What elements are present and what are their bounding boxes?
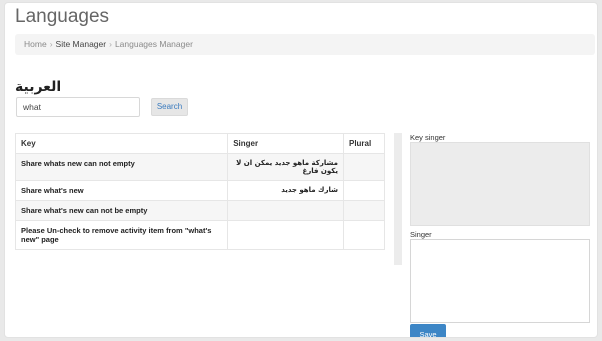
table-scrollbar[interactable] [394, 133, 402, 265]
page-title: Languages [15, 6, 110, 27]
save-button[interactable]: Save [410, 324, 446, 337]
table-row[interactable]: Please Un-check to remove activity item … [14, 220, 386, 250]
breadcrumb-separator-icon: › [49, 39, 53, 49]
cell-key[interactable]: Please Un-check to remove activity item … [14, 220, 229, 250]
singer-textarea[interactable] [410, 239, 590, 323]
cell-key[interactable]: Share what's new can not be empty [14, 200, 229, 221]
cell-singer[interactable]: مشاركة ماهو جديد يمكن ان لا يكون فارغ [227, 153, 344, 181]
cell-key[interactable]: Share what's new [14, 180, 229, 201]
key-singer-label: Key singer [410, 133, 446, 142]
table-row[interactable]: Share what's new can not be empty [14, 200, 386, 221]
table-row[interactable]: Share what's new شارك ماهو جديد [14, 180, 386, 201]
language-title: العربية [15, 79, 62, 95]
column-header-plural: Plural [342, 133, 386, 154]
table-row[interactable]: Share whats new can not empty مشاركة ماه… [14, 153, 386, 181]
breadcrumb-languages-manager: Languages Manager [114, 39, 193, 49]
singer-label: Singer [410, 230, 432, 239]
translations-table: Key Singer Plural Share whats new can no… [14, 133, 386, 250]
cell-singer[interactable]: شارك ماهو جديد [227, 180, 344, 201]
breadcrumb: Home › Site Manager › Languages Manager [15, 34, 595, 55]
cell-plural[interactable] [342, 220, 386, 250]
search-button[interactable]: Search [151, 98, 188, 116]
breadcrumb-separator-icon: › [109, 39, 112, 49]
cell-plural[interactable] [342, 180, 386, 201]
column-header-singer: Singer [227, 133, 344, 154]
cell-plural[interactable] [342, 200, 386, 221]
translations-table-wrapper: Key Singer Plural Share whats new can no… [14, 133, 386, 257]
key-singer-textarea[interactable] [410, 142, 590, 226]
cell-singer[interactable] [227, 200, 344, 221]
cell-key[interactable]: Share whats new can not empty [14, 153, 229, 181]
column-header-key: Key [14, 133, 229, 154]
search-input[interactable] [16, 97, 140, 117]
cell-plural[interactable] [342, 153, 386, 181]
breadcrumb-site-manager[interactable]: Site Manager [56, 39, 107, 49]
main-panel: Languages Home › Site Manager › Languages Ma… [4, 2, 598, 338]
breadcrumb-home[interactable]: Home [24, 39, 47, 49]
cell-singer[interactable] [227, 220, 344, 250]
table-header-row: Key Singer Plural [14, 133, 386, 154]
